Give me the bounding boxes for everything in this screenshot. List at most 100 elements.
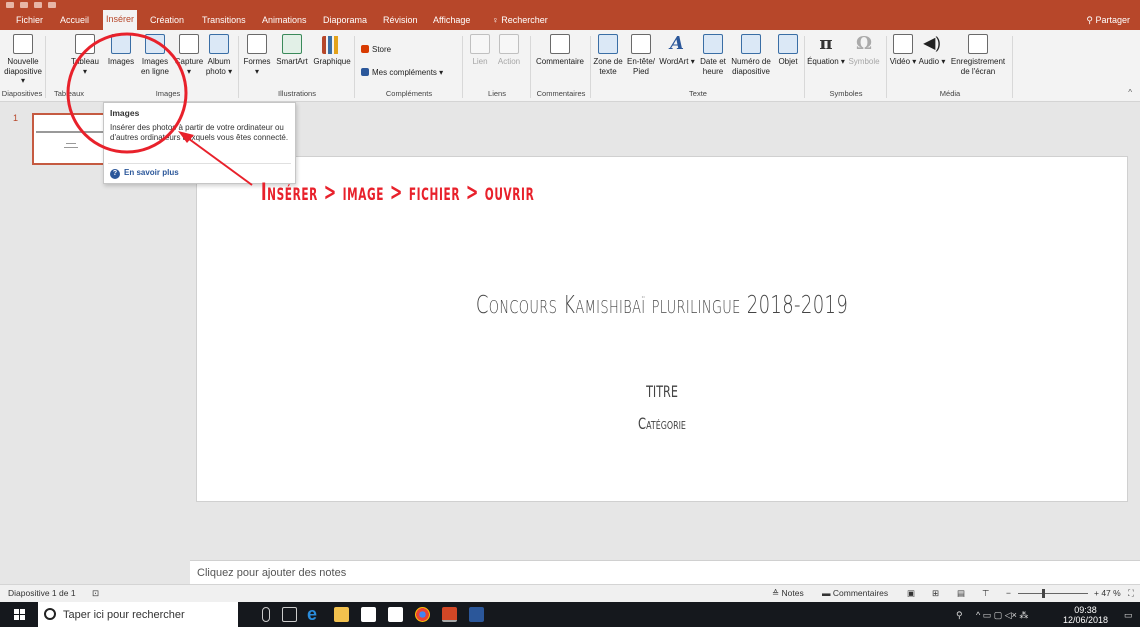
new-slide-button[interactable]: Nouvelle diapositive ▾ xyxy=(4,34,42,86)
text-box-button[interactable]: Zone de texte xyxy=(592,34,624,76)
share-button[interactable]: ⚲ Partager xyxy=(1086,12,1130,28)
shapes-icon xyxy=(247,34,267,54)
smartart-icon xyxy=(282,34,302,54)
taskbar-search[interactable]: Taper ici pour rechercher xyxy=(38,602,238,627)
group-symboles: Symboles xyxy=(829,89,863,98)
clock[interactable]: 09:38 12/06/2018 xyxy=(1063,605,1108,625)
group-images: Images xyxy=(155,89,181,98)
store-app-icon[interactable] xyxy=(361,607,376,622)
powerpoint-icon[interactable] xyxy=(442,607,457,622)
tell-me-search[interactable]: ♀ Rechercher xyxy=(492,12,548,28)
ribbon-separator xyxy=(804,36,805,98)
comment-button[interactable]: Commentaire xyxy=(532,34,588,67)
video-button[interactable]: Vidéo ▾ xyxy=(889,34,917,67)
shapes-button[interactable]: Formes ▾ xyxy=(242,34,272,76)
table-button[interactable]: Tableau ▾ xyxy=(70,34,100,76)
equation-button[interactable]: π Équation ▾ xyxy=(806,34,846,67)
video-label: Vidéo ▾ xyxy=(889,57,917,66)
online-pictures-button[interactable]: Images en ligne xyxy=(138,34,172,76)
object-button[interactable]: Objet xyxy=(775,34,801,67)
picture-icon xyxy=(111,34,131,54)
header-footer-icon xyxy=(631,34,651,54)
ribbon-separator xyxy=(530,36,531,98)
fit-slide-icon[interactable]: ⛶ xyxy=(1128,588,1134,599)
ribbon-tab-bar: Fichier Accueil Insérer Création Transit… xyxy=(0,0,1140,30)
ribbon-separator xyxy=(1012,36,1013,98)
zoom-slider-thumb[interactable] xyxy=(1042,589,1045,598)
photo-album-label: Album photo ▾ xyxy=(205,57,233,76)
date-time-label: Date et heure xyxy=(700,57,726,76)
task-view-icon[interactable] xyxy=(282,607,297,622)
zoom-level[interactable]: + 47 % xyxy=(1094,588,1121,598)
date-time-button[interactable]: Date et heure xyxy=(697,34,729,76)
store-label: Store xyxy=(372,45,392,54)
notes-placeholder: Cliquez pour ajouter des notes xyxy=(197,567,347,579)
new-slide-icon xyxy=(13,34,33,54)
slideshow-icon[interactable]: ⊤ xyxy=(982,588,989,599)
tab-affichage[interactable]: Affichage xyxy=(433,12,470,28)
chrome-icon[interactable] xyxy=(415,607,430,622)
help-icon: ? xyxy=(110,169,120,179)
tab-transitions[interactable]: Transitions xyxy=(202,12,246,28)
cortana-icon xyxy=(44,608,56,620)
action-button[interactable]: Action xyxy=(494,34,524,67)
header-footer-button[interactable]: En-tête/ Pied xyxy=(625,34,657,76)
accessibility-icon[interactable]: ⊡ xyxy=(92,588,99,599)
comments-toggle[interactable]: ▬ Commentaires xyxy=(822,588,888,598)
text-box-label: Zone de texte xyxy=(593,57,623,76)
tab-creation[interactable]: Création xyxy=(150,12,184,28)
link-button[interactable]: Lien xyxy=(467,34,493,67)
images-button[interactable]: Images xyxy=(106,34,136,67)
slide-sorter-icon[interactable]: ⊞ xyxy=(932,588,939,599)
symbol-button[interactable]: Ω Symbole xyxy=(846,34,882,67)
edge-icon[interactable]: e xyxy=(307,605,322,623)
my-addins-button[interactable]: Mes compléments ▾ xyxy=(361,67,443,79)
photo-album-icon xyxy=(209,34,229,54)
tab-fichier[interactable]: Fichier xyxy=(16,12,43,28)
slide-number-button[interactable]: Numéro de diapositive xyxy=(728,34,774,76)
slide-canvas[interactable]: Concours Kamishibaï plurilingue 2018-201… xyxy=(196,156,1128,502)
learn-more-link[interactable]: ? En savoir plus xyxy=(110,168,179,179)
word-icon[interactable] xyxy=(469,607,484,622)
audio-button[interactable]: ◀) Audio ▾ xyxy=(918,34,946,67)
new-slide-label: Nouvelle diapositive ▾ xyxy=(4,57,42,85)
smartart-button[interactable]: SmartArt xyxy=(272,34,312,67)
zoom-slider[interactable] xyxy=(1018,593,1088,594)
notes-toggle[interactable]: ≙ Notes xyxy=(772,588,804,599)
collapse-ribbon-icon[interactable]: ^ xyxy=(1128,88,1132,97)
screenshot-button[interactable]: Capture ▾ xyxy=(174,34,204,76)
taskbar-search-placeholder: Taper ici pour rechercher xyxy=(63,609,185,621)
notifications-icon[interactable]: ▭ xyxy=(1124,610,1133,621)
slide-subtitle-title[interactable]: TITRE xyxy=(337,382,988,401)
file-explorer-icon[interactable] xyxy=(334,607,349,622)
notes-pane[interactable]: Cliquez pour ajouter des notes xyxy=(190,560,1140,584)
zoom-out-icon[interactable]: − xyxy=(1006,588,1011,598)
action-label: Action xyxy=(497,57,521,66)
tooltip-body: Insérer des photos à partir de votre ord… xyxy=(110,123,289,142)
windows-start-icon[interactable] xyxy=(14,609,26,621)
photo-album-button[interactable]: Album photo ▾ xyxy=(204,34,234,76)
online-pictures-label: Images en ligne xyxy=(140,57,170,76)
normal-view-icon[interactable]: ▣ xyxy=(907,588,915,599)
people-icon[interactable]: ⚲ xyxy=(956,610,963,621)
tray-icons[interactable]: ^ ▭ ▢ ◁× ⁂ xyxy=(976,610,1028,621)
chart-button[interactable]: Graphique xyxy=(312,34,352,67)
clock-time: 09:38 xyxy=(1074,605,1097,615)
tab-inserer[interactable]: Insérer xyxy=(103,10,138,30)
my-addins-label: Mes compléments ▾ xyxy=(372,68,444,77)
tab-accueil[interactable]: Accueil xyxy=(60,12,89,28)
tab-animations[interactable]: Animations xyxy=(262,12,307,28)
microphone-icon[interactable] xyxy=(262,607,270,622)
wordart-button[interactable]: A WordArt ▾ xyxy=(658,34,696,67)
mail-icon[interactable] xyxy=(388,607,403,622)
tab-diaporama[interactable]: Diaporama xyxy=(323,12,367,28)
reading-view-icon[interactable]: ▤ xyxy=(957,588,965,599)
store-button[interactable]: Store xyxy=(361,44,391,56)
action-icon xyxy=(499,34,519,54)
screen-recording-button[interactable]: Enregistrement de l'écran xyxy=(947,34,1009,76)
slide-title[interactable]: Concours Kamishibaï plurilingue 2018-201… xyxy=(327,290,997,319)
tab-revision[interactable]: Révision xyxy=(383,12,418,28)
slide-subtitle-category[interactable]: Catégorie xyxy=(327,414,997,433)
wordart-icon: A xyxy=(670,33,684,54)
screen-recording-label: Enregistrement de l'écran xyxy=(950,57,1006,76)
